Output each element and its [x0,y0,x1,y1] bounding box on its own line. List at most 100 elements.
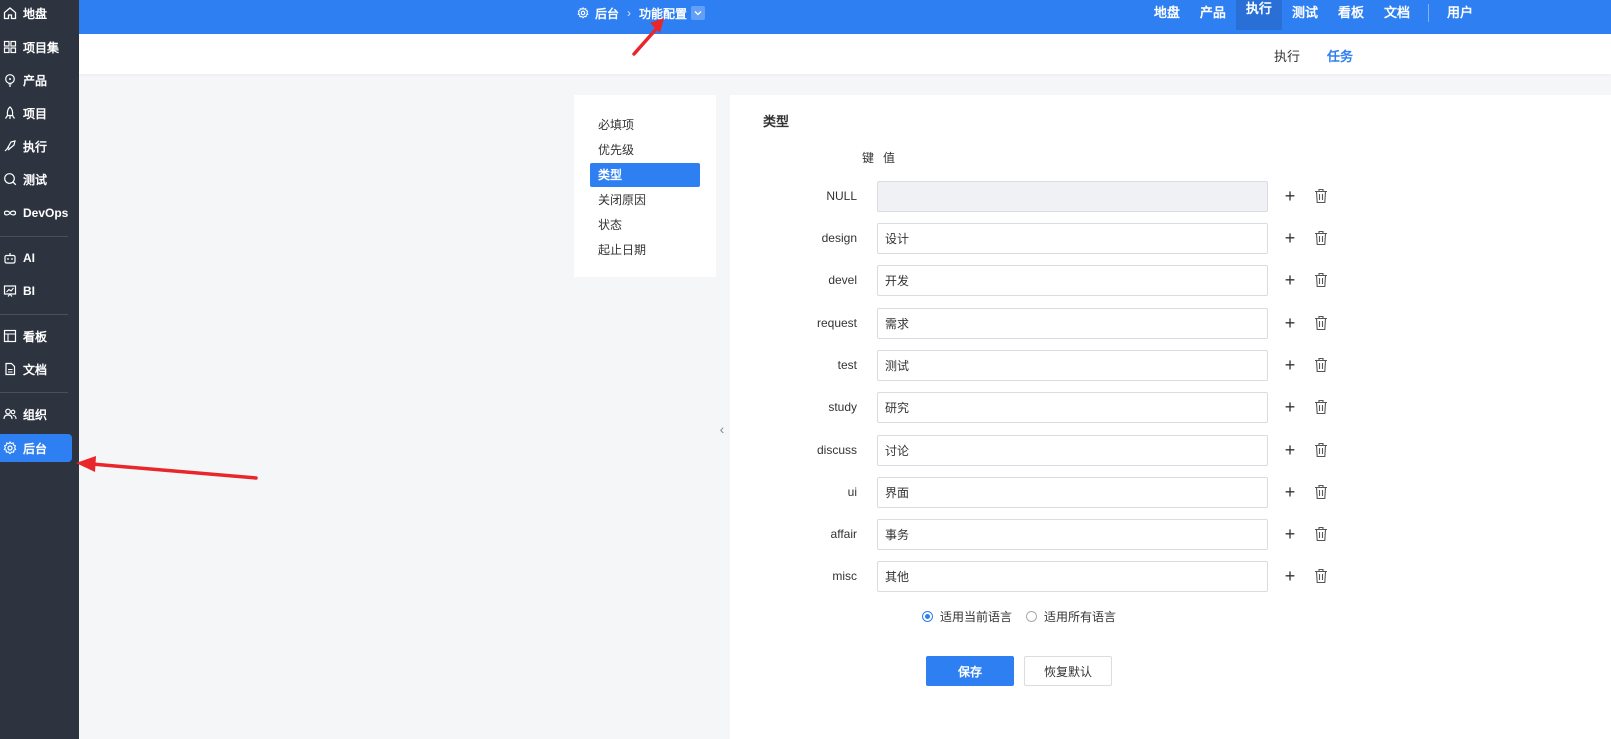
nav-product[interactable]: 产品 [1190,0,1236,26]
trash-icon[interactable] [1314,484,1328,500]
menu-item-status[interactable]: 状态 [590,213,700,237]
row-value-input[interactable] [877,223,1268,254]
trash-icon[interactable] [1314,272,1328,288]
add-row-icon[interactable]: + [1282,481,1298,503]
menu-item-date-range[interactable]: 起止日期 [590,238,700,262]
radio-current-language[interactable]: 适用当前语言 [922,608,1012,625]
key-value-row: request + [730,308,1610,340]
sidebar-divider [0,392,68,393]
type-config-panel: 类型 键 值 NULL+design+devel+request+test+st… [730,95,1611,739]
save-button[interactable]: 保存 [926,656,1014,686]
add-row-icon[interactable]: + [1282,523,1298,545]
settings-menu: 必填项 优先级 类型 关闭原因 状态 起止日期 [574,95,716,277]
run-icon [4,140,16,152]
trash-icon[interactable] [1314,357,1328,373]
nav-kanban[interactable]: 看板 [1328,0,1374,26]
sidebar-item-qa[interactable]: 测试 [0,166,72,192]
radio-dot [1026,611,1038,622]
tab-execution[interactable]: 执行 [1274,46,1300,65]
collapse-left-icon[interactable]: ‹ [716,414,728,444]
row-value-input[interactable] [877,392,1268,423]
sidebar-item-ai[interactable]: AI [0,245,72,271]
trash-icon[interactable] [1314,399,1328,415]
add-row-icon[interactable]: + [1282,312,1298,334]
row-value-input[interactable] [877,477,1268,508]
sidebar-divider [0,314,68,315]
row-value-input[interactable] [877,561,1268,592]
value-column-header: 值 [883,151,896,165]
sidebar-item-label: AI [23,251,35,265]
menu-item-type[interactable]: 类型 [590,163,700,187]
main-nav: 地盘 产品 执行 测试 看板 文档 用户 [1144,0,1483,30]
reset-default-button[interactable]: 恢复默认 [1024,656,1112,686]
key-value-row: study + [730,392,1610,424]
sidebar-item-project[interactable]: 项目 [0,100,72,126]
language-scope-radio-group: 适用当前语言 适用所有语言 [922,608,1130,625]
key-value-row: ui + [730,477,1610,509]
sidebar-item-label: 组织 [23,407,48,422]
rocket-icon [5,106,15,119]
key-value-row: NULL + [730,181,1610,213]
top-navbar: 后台 › 功能配置 地盘 产品 执行 测试 看板 文档 用户 [79,0,1611,34]
row-value-input[interactable] [877,181,1268,212]
add-row-icon[interactable]: + [1282,565,1298,587]
row-value-input[interactable] [877,435,1268,466]
sidebar-divider [0,236,68,237]
bulb-icon [5,74,15,87]
row-key: discuss [816,443,857,457]
tab-task[interactable]: 任务 [1327,46,1353,65]
chevron-down-icon[interactable] [691,6,706,20]
add-row-icon[interactable]: + [1282,354,1298,376]
nav-doc[interactable]: 文档 [1374,0,1420,26]
sidebar-item-execution[interactable]: 执行 [0,133,72,159]
row-value-input[interactable] [877,350,1268,381]
breadcrumb-current[interactable]: 功能配置 [639,5,687,22]
row-value-input[interactable] [877,519,1268,550]
sidebar-item-label: 项目集 [23,40,60,55]
row-value-input[interactable] [877,265,1268,296]
sidebar-item-devops[interactable]: DevOps [0,200,72,226]
sidebar-item-kanban[interactable]: 看板 [0,323,72,349]
breadcrumb-root[interactable]: 后台 [595,5,619,22]
chevron-right-icon: › [627,6,632,20]
nav-user[interactable]: 用户 [1437,0,1483,26]
sidebar-item-label: DevOps [23,206,69,220]
sidebar-item-doc[interactable]: 文档 [0,356,72,382]
radio-all-languages[interactable]: 适用所有语言 [1026,608,1116,625]
sidebar-item-admin[interactable]: 后台 [0,434,72,462]
row-key: misc [832,569,857,583]
key-value-row: devel + [730,265,1610,297]
nav-qa[interactable]: 测试 [1282,0,1328,26]
row-value-input[interactable] [877,308,1268,339]
sidebar-item-label: 执行 [23,139,48,154]
menu-item-priority[interactable]: 优先级 [590,138,700,162]
search-icon [4,173,17,186]
sidebar-item-label: 看板 [23,329,48,344]
sidebar-item-dashboard[interactable]: 地盘 [0,0,72,26]
key-column-header: 键 [862,151,875,165]
sidebar-item-bi[interactable]: BI [0,278,72,304]
sidebar-item-company[interactable]: 组织 [0,401,72,427]
sidebar-item-label: 后台 [23,441,48,456]
trash-icon[interactable] [1314,442,1328,458]
trash-icon[interactable] [1314,188,1328,204]
trash-icon[interactable] [1314,526,1328,542]
add-row-icon[interactable]: + [1282,439,1298,461]
sidebar-item-label: 产品 [23,73,48,88]
sidebar-item-program[interactable]: 项目集 [0,34,72,60]
menu-item-required[interactable]: 必填项 [590,113,700,137]
add-row-icon[interactable]: + [1282,269,1298,291]
panel-title: 类型 [763,114,790,129]
menu-item-close-reason[interactable]: 关闭原因 [590,188,700,212]
add-row-icon[interactable]: + [1282,227,1298,249]
radio-label: 适用当前语言 [940,610,1013,624]
add-row-icon[interactable]: + [1282,396,1298,418]
nav-execution[interactable]: 执行 [1235,0,1282,30]
trash-icon[interactable] [1314,315,1328,331]
trash-icon[interactable] [1314,230,1328,246]
trash-icon[interactable] [1314,568,1328,584]
add-row-icon[interactable]: + [1282,185,1298,207]
sidebar-item-product[interactable]: 产品 [0,67,72,93]
nav-dashboard[interactable]: 地盘 [1144,0,1190,26]
nav-divider [1427,4,1429,22]
